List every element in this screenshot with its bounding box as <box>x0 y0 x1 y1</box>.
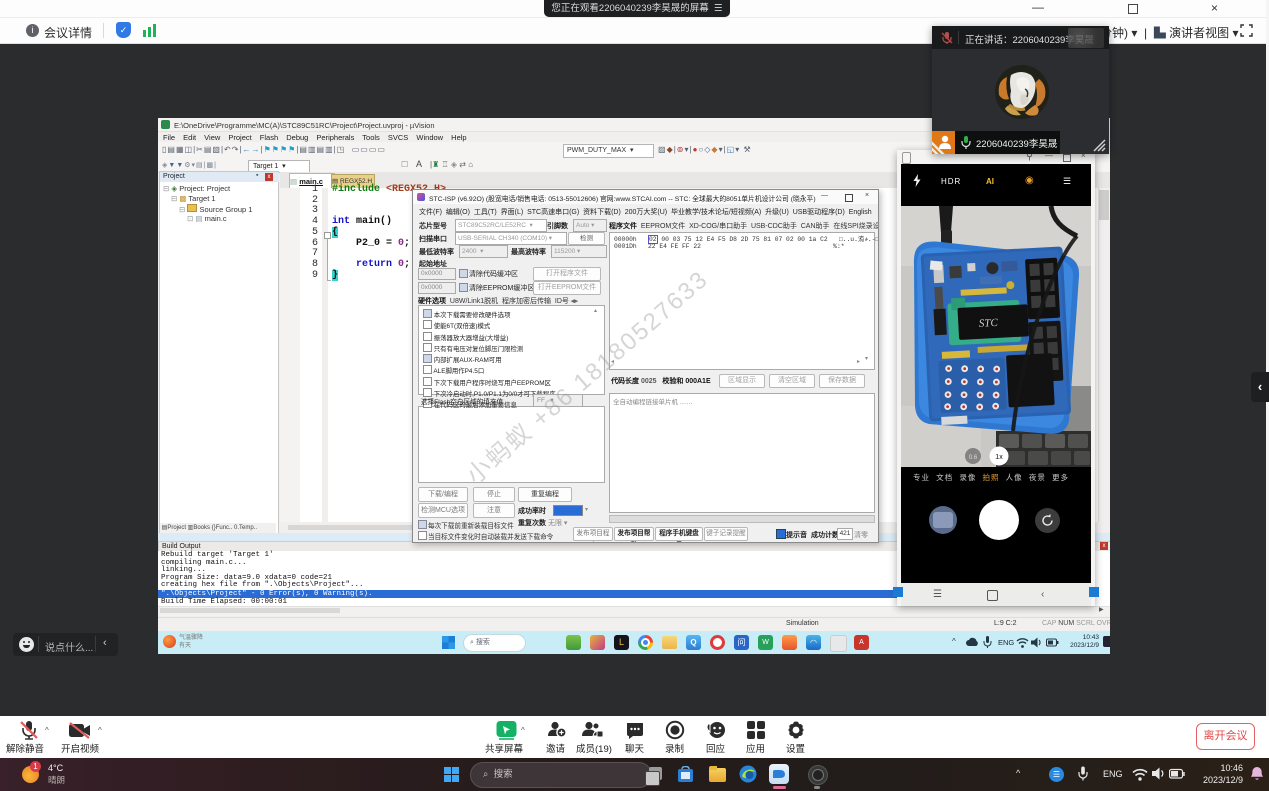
svg-text:STC: STC <box>979 317 999 330</box>
svg-text:0.6: 0.6 <box>969 455 978 461</box>
svg-text:1x: 1x <box>995 454 1003 461</box>
